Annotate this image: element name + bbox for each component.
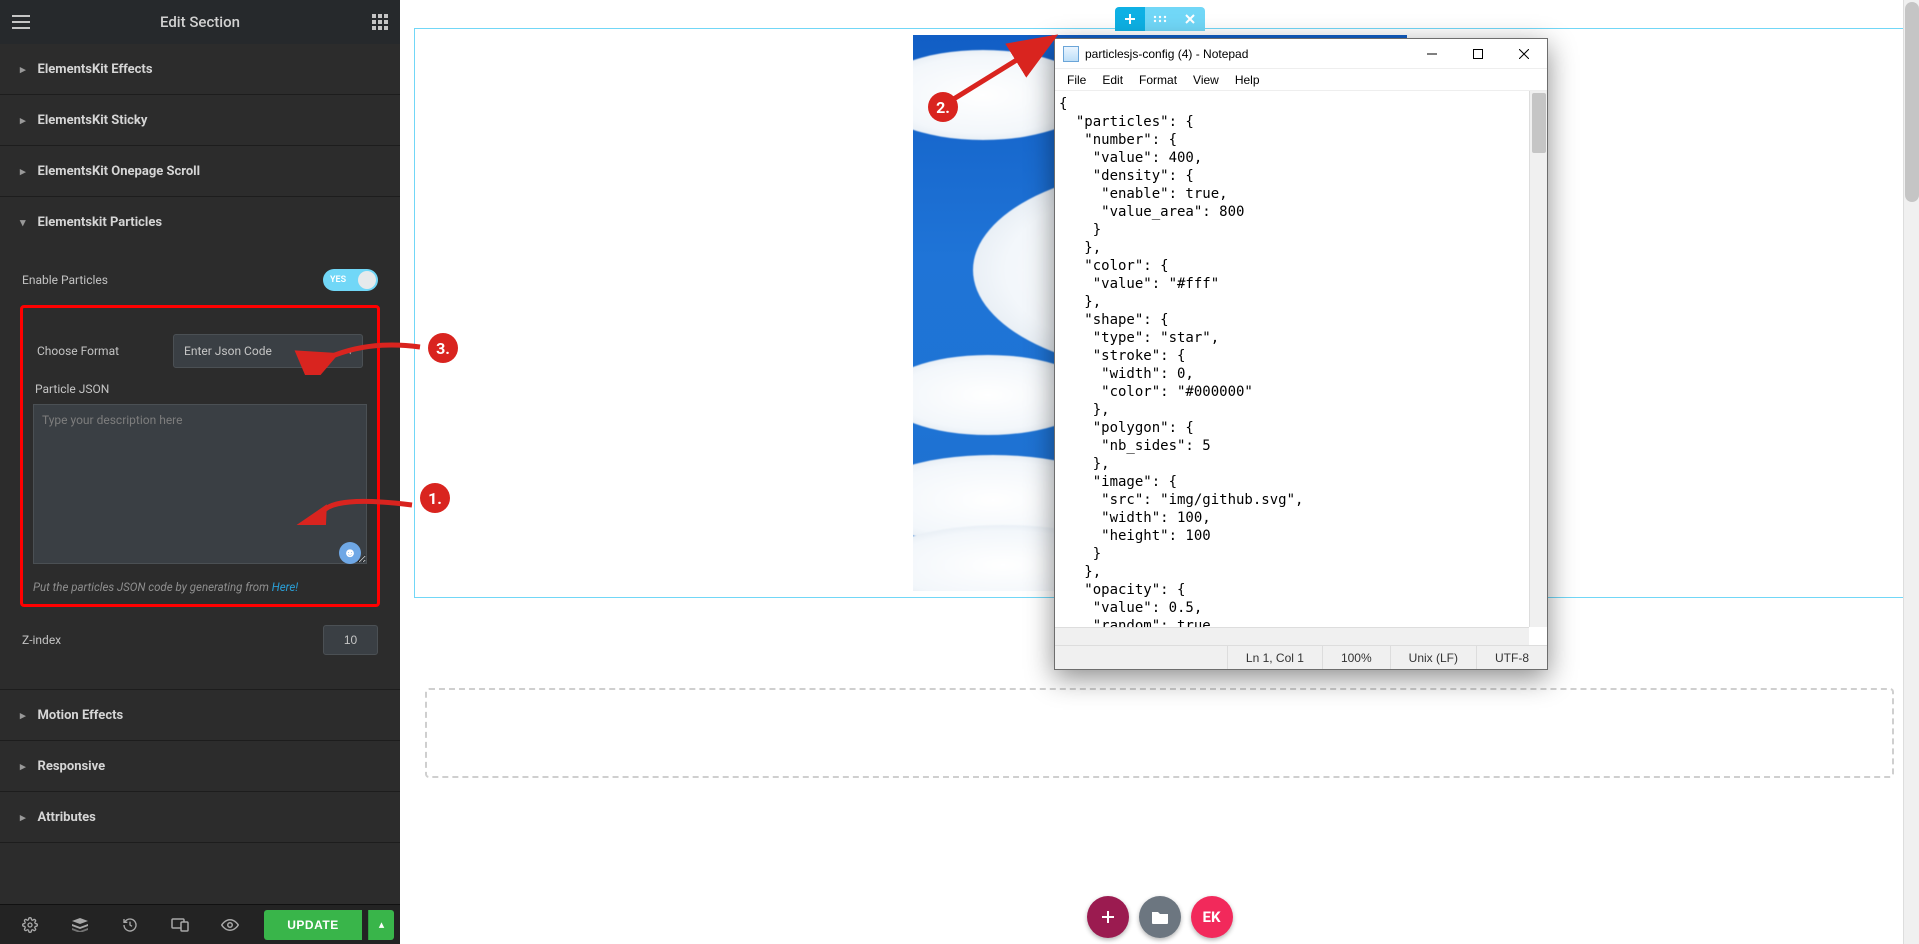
- particles-generator-link[interactable]: Here!: [272, 580, 298, 594]
- accordion-label: Elementskit Particles: [38, 215, 163, 230]
- accordion-motion[interactable]: ▸ Motion Effects: [0, 690, 400, 740]
- annotation-marker-2: 2.: [928, 92, 958, 122]
- accordion-label: Responsive: [38, 759, 106, 774]
- section-close-button[interactable]: [1175, 7, 1205, 31]
- select-value: Enter Json Code: [184, 344, 272, 358]
- notepad-text-area[interactable]: { "particles": { "number": { "value": 40…: [1055, 91, 1529, 627]
- menu-file[interactable]: File: [1059, 73, 1094, 87]
- status-eol: Unix (LF): [1391, 646, 1477, 669]
- notepad-vertical-scrollbar[interactable]: [1529, 91, 1547, 627]
- particles-panel: Enable Particles YES Choose Format Enter…: [0, 247, 400, 689]
- update-button[interactable]: UPDATE: [264, 910, 362, 940]
- notepad-title: particlesjs-config (4) - Notepad: [1085, 47, 1409, 61]
- caret-right-icon: ▸: [20, 114, 26, 127]
- particle-json-label: Particle JSON: [35, 382, 367, 396]
- notepad-app-icon: [1063, 46, 1079, 62]
- sidebar-footer: UPDATE ▴: [0, 904, 400, 944]
- status-encoding: UTF-8: [1477, 646, 1547, 669]
- notepad-body: { "particles": { "number": { "value": 40…: [1055, 91, 1547, 645]
- caret-right-icon: ▸: [20, 63, 26, 76]
- caret-right-icon: ▸: [20, 165, 26, 178]
- toggle-knob: [358, 271, 376, 289]
- caret-right-icon: ▸: [20, 760, 26, 773]
- sidebar-header: Edit Section: [0, 0, 400, 44]
- accordion-attributes[interactable]: ▸ Attributes: [0, 792, 400, 842]
- accordion-label: Motion Effects: [38, 708, 124, 723]
- section-edit-handle[interactable]: [1145, 7, 1175, 31]
- menu-format[interactable]: Format: [1131, 73, 1185, 87]
- z-index-input[interactable]: [323, 625, 378, 655]
- enable-particles-label: Enable Particles: [22, 273, 311, 287]
- accordion-effects[interactable]: ▸ ElementsKit Effects: [0, 44, 400, 94]
- editor-sidebar: Edit Section ▸ ElementsKit Effects ▸ Eleme…: [0, 0, 400, 944]
- choose-format-label: Choose Format: [37, 344, 161, 358]
- toggle-yes-label: YES: [330, 275, 346, 285]
- status-position: Ln 1, Col 1: [1228, 646, 1323, 669]
- apps-grid-icon[interactable]: [372, 14, 388, 30]
- menu-icon[interactable]: [12, 15, 30, 29]
- ek-label: EK: [1203, 908, 1221, 926]
- add-section-buttons: EK: [1087, 896, 1233, 938]
- particles-help-text: Put the particles JSON code by generatin…: [33, 580, 367, 594]
- template-library-button[interactable]: [1139, 896, 1181, 938]
- accordion-particles[interactable]: ▾ Elementskit Particles: [0, 197, 400, 247]
- accordion-onepage[interactable]: ▸ ElementsKit Onepage Scroll: [0, 146, 400, 196]
- menu-edit[interactable]: Edit: [1094, 73, 1131, 87]
- assistant-avatar-icon: ☻: [339, 542, 361, 564]
- caret-right-icon: ▸: [20, 811, 26, 824]
- caret-right-icon: ▸: [20, 709, 26, 722]
- section-toolbar: [1115, 7, 1205, 31]
- responsive-icon[interactable]: [156, 906, 204, 944]
- add-section-button[interactable]: [1087, 896, 1129, 938]
- help-prefix: Put the particles JSON code by generatin…: [33, 580, 272, 594]
- z-index-label: Z-index: [22, 633, 311, 647]
- notepad-statusbar: Ln 1, Col 1 100% Unix (LF) UTF-8: [1055, 645, 1547, 669]
- sidebar-title: Edit Section: [160, 13, 240, 31]
- accordion-sticky[interactable]: ▸ ElementsKit Sticky: [0, 95, 400, 145]
- notepad-menubar: File Edit Format View Help: [1055, 69, 1547, 91]
- menu-view[interactable]: View: [1185, 73, 1227, 87]
- preview-icon[interactable]: [206, 906, 254, 944]
- status-zoom: 100%: [1323, 646, 1391, 669]
- window-minimize-button[interactable]: [1409, 39, 1455, 69]
- notepad-titlebar[interactable]: particlesjs-config (4) - Notepad: [1055, 39, 1547, 69]
- scrollbar-thumb[interactable]: [1905, 2, 1919, 202]
- notepad-window: particlesjs-config (4) - Notepad File Ed…: [1054, 38, 1548, 670]
- settings-icon[interactable]: [6, 906, 54, 944]
- chevron-down-icon: ▾: [347, 345, 353, 358]
- enable-particles-toggle[interactable]: YES: [323, 269, 378, 291]
- annotation-highlight-box: Choose Format Enter Json Code ▾ Particle…: [20, 305, 380, 607]
- window-close-button[interactable]: [1501, 39, 1547, 69]
- section-add-button[interactable]: [1115, 7, 1145, 31]
- navigator-icon[interactable]: [56, 906, 104, 944]
- caret-down-icon: ▾: [20, 216, 26, 229]
- elementskit-button[interactable]: EK: [1191, 896, 1233, 938]
- update-dropdown-button[interactable]: ▴: [368, 910, 394, 940]
- notepad-horizontal-scrollbar[interactable]: [1055, 627, 1529, 645]
- menu-help[interactable]: Help: [1227, 73, 1268, 87]
- history-icon[interactable]: [106, 906, 154, 944]
- accordion-label: ElementsKit Sticky: [38, 113, 148, 128]
- empty-section-placeholder[interactable]: [425, 688, 1894, 778]
- window-maximize-button[interactable]: [1455, 39, 1501, 69]
- scrollbar-thumb[interactable]: [1532, 93, 1546, 153]
- accordion-responsive[interactable]: ▸ Responsive: [0, 741, 400, 791]
- canvas-scrollbar[interactable]: [1903, 0, 1919, 944]
- annotation-marker-1: 1.: [420, 483, 450, 513]
- accordion-label: Attributes: [38, 810, 96, 825]
- accordion-label: ElementsKit Effects: [38, 62, 153, 77]
- choose-format-select[interactable]: Enter Json Code: [173, 334, 363, 368]
- annotation-marker-3: 3.: [428, 333, 458, 363]
- particle-json-textarea[interactable]: [33, 404, 367, 564]
- accordion-label: ElementsKit Onepage Scroll: [38, 164, 201, 179]
